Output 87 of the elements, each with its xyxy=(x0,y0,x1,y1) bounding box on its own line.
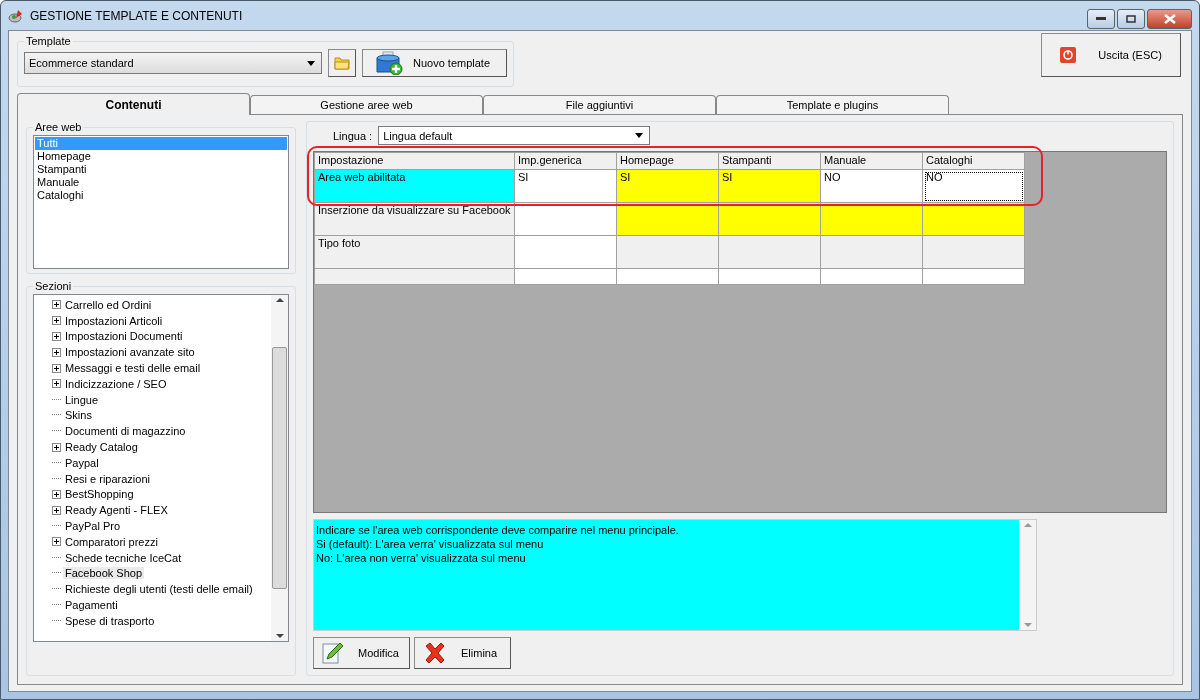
expand-icon[interactable] xyxy=(52,363,61,373)
scrollbar[interactable] xyxy=(271,295,288,641)
list-item[interactable]: Manuale xyxy=(35,176,287,189)
expand-icon[interactable] xyxy=(52,300,61,310)
list-item[interactable]: Cataloghi xyxy=(35,189,287,202)
table-cell[interactable]: Tipo foto xyxy=(314,235,515,269)
expand-icon[interactable] xyxy=(52,505,61,515)
close-icon xyxy=(1163,14,1176,24)
tree-item[interactable]: Carrello ed Ordini xyxy=(63,298,154,311)
dropdown-arrow-icon xyxy=(635,133,644,138)
table-cell[interactable] xyxy=(514,235,617,269)
minimize-button[interactable] xyxy=(1087,9,1115,29)
table-cell[interactable]: NO xyxy=(922,169,1025,203)
list-item[interactable]: Stampanti xyxy=(35,163,287,176)
tree-item[interactable]: Documenti di magazzino xyxy=(63,425,188,438)
tree-item[interactable]: Comparatori prezzi xyxy=(63,535,160,548)
sezioni-label: Sezioni xyxy=(34,280,73,292)
tree-item[interactable]: BestShopping xyxy=(63,488,136,501)
column-header: Manuale xyxy=(820,152,923,170)
tree-item[interactable]: Impostazioni Documenti xyxy=(63,330,185,343)
minimize-icon xyxy=(1096,17,1106,21)
tree-item[interactable]: Richieste degli utenti (testi delle email) xyxy=(63,583,255,596)
tab[interactable]: Template e plugins xyxy=(716,95,949,114)
expand-icon[interactable] xyxy=(52,489,61,499)
tree-item[interactable]: Impostazioni avanzate sito xyxy=(63,346,197,359)
box-plus-icon xyxy=(375,51,403,75)
power-icon xyxy=(1060,47,1077,63)
tree-item[interactable]: PayPal Pro xyxy=(63,520,123,533)
expand-icon[interactable] xyxy=(52,442,61,452)
elimina-button[interactable]: Elimina xyxy=(414,637,511,669)
tree-item[interactable]: Indicizzazione / SEO xyxy=(63,377,169,390)
tree-item[interactable]: Spese di trasporto xyxy=(63,614,157,627)
tab[interactable]: Contenuti xyxy=(17,93,250,115)
tab[interactable]: File aggiuntivi xyxy=(483,95,716,114)
tree-item[interactable]: Paypal xyxy=(63,456,101,469)
scroll-up-icon[interactable] xyxy=(275,295,284,305)
maximize-icon xyxy=(1126,15,1136,23)
browse-button[interactable] xyxy=(328,49,356,77)
scroll-down-icon[interactable] xyxy=(275,631,284,641)
tab[interactable]: Gestione aree web xyxy=(250,95,483,114)
aree-web-label: Aree web xyxy=(34,121,83,133)
app-logo-icon xyxy=(8,8,24,23)
expand-icon[interactable] xyxy=(52,537,61,547)
tree-item[interactable]: Schede tecniche IceCat xyxy=(63,551,184,564)
lingua-label: Lingua : xyxy=(333,129,373,142)
modifica-button[interactable]: Modifica xyxy=(313,637,410,669)
tree-item[interactable]: Impostazioni Articoli xyxy=(63,314,165,327)
maximize-button[interactable] xyxy=(1117,9,1145,29)
exit-button[interactable]: Uscita (ESC) xyxy=(1041,33,1181,77)
tree-item[interactable]: Ready Catalog xyxy=(63,441,140,454)
folder-icon xyxy=(334,56,350,70)
table-cell[interactable]: NO xyxy=(820,169,923,203)
delete-icon xyxy=(423,641,447,665)
table-cell[interactable] xyxy=(616,235,719,269)
tree-item[interactable]: Ready Agenti - FLEX xyxy=(63,504,170,517)
column-header: Stampanti xyxy=(718,152,821,170)
column-header: Impostazione xyxy=(314,152,515,170)
tree-item[interactable]: Lingue xyxy=(63,393,101,406)
expand-icon[interactable] xyxy=(52,316,61,326)
column-header: Imp.generica xyxy=(514,152,617,170)
tree-item[interactable]: Pagamenti xyxy=(63,599,120,612)
lingua-dropdown[interactable]: Lingua default xyxy=(378,126,651,145)
table-cell[interactable]: Area web abilitata xyxy=(314,169,515,203)
tree-item[interactable]: Messaggi e testi delle email xyxy=(63,362,203,375)
table-cell[interactable] xyxy=(718,235,821,269)
close-button[interactable] xyxy=(1147,9,1192,29)
description-text: Indicare se l'area web corrispondente deve comparire nel menu principale. Si (default): L'area verra' visualizzata sul menu No: L'area non verra' visualizzata sul menu xyxy=(314,520,1019,630)
tree-item[interactable]: Resi e riparazioni xyxy=(63,472,152,485)
table-cell[interactable]: SI xyxy=(616,169,719,203)
table-cell[interactable]: SI xyxy=(514,169,617,203)
table-cell[interactable] xyxy=(922,235,1025,269)
new-template-button[interactable]: Nuovo template xyxy=(362,49,507,77)
list-item[interactable]: Homepage xyxy=(35,150,287,163)
dropdown-arrow-icon xyxy=(307,60,315,66)
template-dropdown[interactable]: Ecommerce standard xyxy=(24,52,322,74)
column-header: Homepage xyxy=(616,152,719,170)
table-cell[interactable] xyxy=(820,235,923,269)
template-label: Template xyxy=(25,35,72,47)
expand-icon[interactable] xyxy=(52,379,61,389)
tree-item[interactable]: Facebook Shop xyxy=(63,567,145,580)
pencil-note-icon xyxy=(322,641,344,665)
expand-icon[interactable] xyxy=(52,347,61,357)
column-header: Cataloghi xyxy=(922,152,1025,170)
tree-item[interactable]: Skins xyxy=(63,409,94,422)
window-title: GESTIONE TEMPLATE E CONTENUTI xyxy=(30,8,243,23)
table-cell[interactable]: SI xyxy=(718,169,821,203)
expand-icon[interactable] xyxy=(52,332,61,341)
